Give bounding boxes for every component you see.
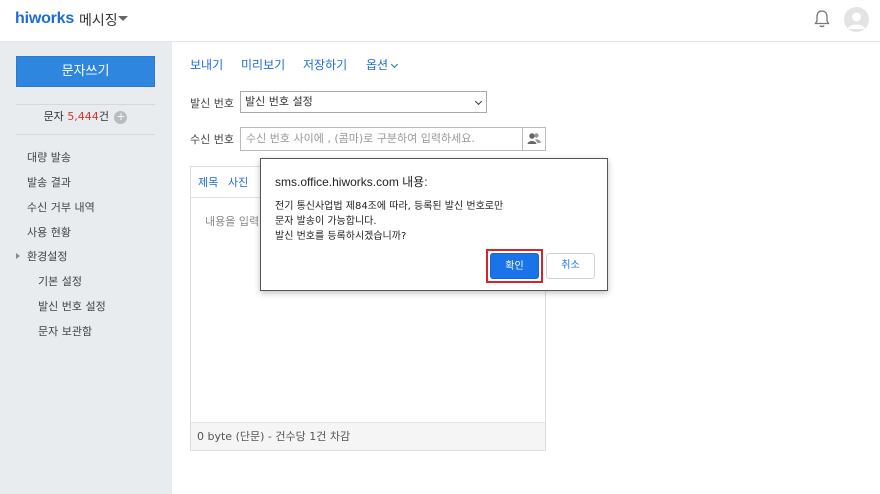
sidebar-item-usage[interactable]: 사용 현황	[27, 224, 71, 240]
expand-arrow-icon[interactable]	[16, 253, 20, 259]
top-header: hiworks 메시징	[0, 0, 880, 42]
dialog-message-line: 전기 통신사업법 제84조에 따라, 등록된 발신 번호로만	[275, 201, 504, 212]
sidebar-item-sender-number[interactable]: 발신 번호 설정	[38, 298, 106, 314]
save-link[interactable]: 저장하기	[303, 56, 347, 73]
message-count: 문자 5,444건 +	[16, 108, 155, 130]
sidebar-item-send-results[interactable]: 발송 결과	[27, 174, 71, 190]
sender-selected-value: 발신 번호 설정	[245, 95, 313, 108]
address-book-button[interactable]	[522, 127, 546, 151]
cancel-button[interactable]: 취소	[546, 253, 595, 279]
dialog-message-line: 문자 발송이 가능합니다.	[275, 216, 377, 227]
send-link[interactable]: 보내기	[190, 56, 223, 73]
message-textarea[interactable]: 내용을 입력	[205, 213, 259, 229]
sidebar-item-reject-history[interactable]: 수신 거부 내역	[27, 199, 95, 215]
compose-button[interactable]: 문자쓰기	[16, 56, 155, 87]
sidebar-item-settings[interactable]: 환경설정	[27, 248, 67, 264]
options-link[interactable]: 옵션	[366, 56, 399, 73]
dialog-message-line: 발신 번호를 등록하시겠습니까?	[275, 231, 407, 242]
ok-button[interactable]: 확인	[490, 253, 539, 279]
sender-label: 발신 번호	[190, 97, 234, 110]
sender-select[interactable]: 발신 번호 설정	[240, 91, 487, 113]
tab-subject[interactable]: 제목	[198, 174, 218, 190]
tab-photo[interactable]: 사진	[228, 174, 248, 190]
sidebar-divider	[16, 134, 155, 135]
plus-icon[interactable]: +	[114, 110, 128, 124]
caret-down-icon[interactable]	[118, 16, 128, 21]
bell-icon[interactable]	[813, 9, 831, 29]
hiworks-logo[interactable]: hiworks	[15, 10, 74, 28]
count-value: 5,444	[67, 110, 99, 123]
user-icon	[848, 12, 865, 29]
options-label: 옵션	[366, 58, 389, 72]
chevron-down-icon	[474, 97, 483, 106]
byte-counter: 0 byte (단문) - 건수당 1건 차감	[191, 422, 545, 450]
sidebar-item-bulk-send[interactable]: 대량 발송	[27, 149, 71, 165]
dialog-title: sms.office.hiworks.com 내용:	[275, 175, 428, 189]
count-suffix: 건	[98, 110, 109, 123]
app-title[interactable]: 메시징	[79, 10, 118, 30]
sidebar-item-basic-settings[interactable]: 기본 설정	[38, 273, 82, 289]
recipient-label: 수신 번호	[190, 133, 234, 146]
confirm-dialog: sms.office.hiworks.com 내용: 전기 통신사업법 제84조…	[260, 158, 608, 291]
sidebar: 문자쓰기 문자 5,444건 + 대량 발송 발송 결과 수신 거부 내역 사용…	[0, 42, 172, 494]
count-prefix: 문자	[43, 110, 68, 123]
sidebar-item-message-storage[interactable]: 문자 보관함	[38, 323, 92, 339]
avatar[interactable]	[844, 7, 869, 32]
contacts-icon	[527, 133, 541, 144]
recipient-input[interactable]: 수신 번호 사이에 , (콤마)로 구분하여 입력하세요.	[240, 127, 523, 151]
sidebar-divider	[16, 104, 155, 105]
chevron-down-icon	[391, 60, 399, 69]
preview-link[interactable]: 미리보기	[241, 56, 285, 73]
